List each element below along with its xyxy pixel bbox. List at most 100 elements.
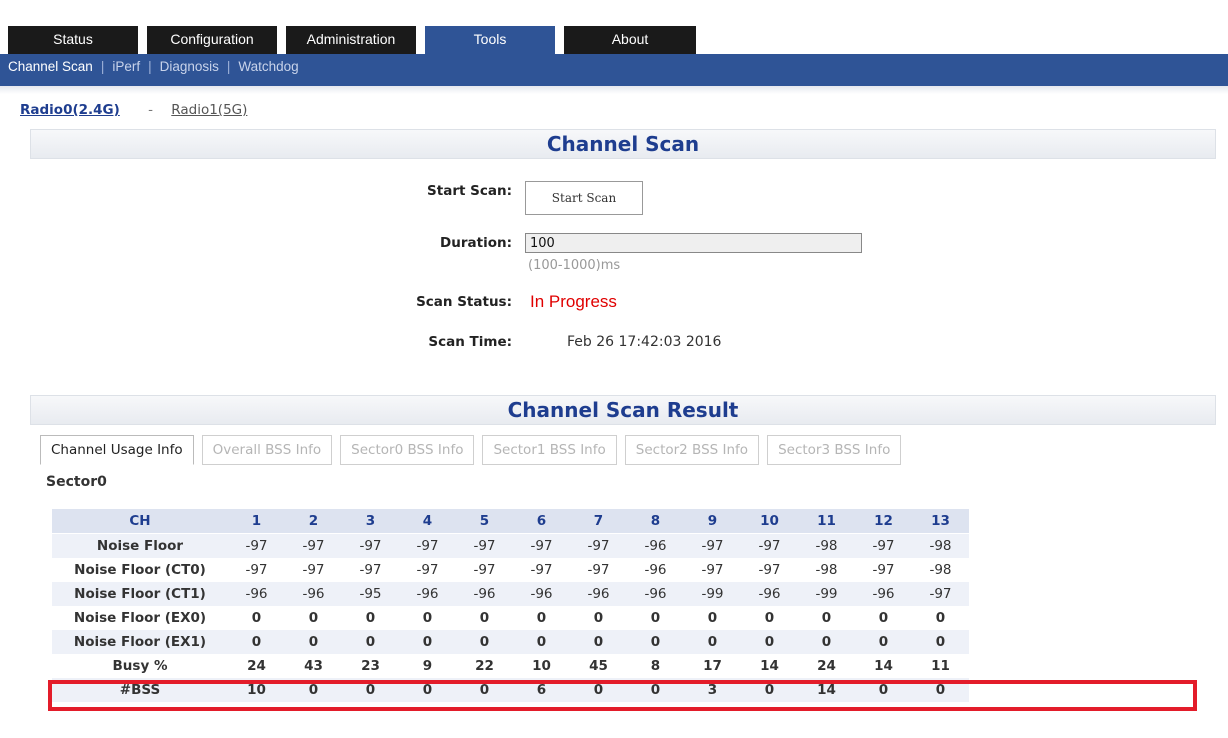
table-cell: -96 [741,582,798,606]
table-cell: 0 [741,630,798,654]
tab-status[interactable]: Status [8,26,138,54]
table-cell: 0 [627,630,684,654]
table-cell: -97 [513,534,570,558]
table-cell: -97 [701,562,724,578]
channel-scan-result-header: Channel Scan Result [30,395,1216,425]
column-header-channel: 10 [741,509,798,534]
tab-channel-usage-info[interactable]: Channel Usage Info [40,435,194,465]
column-header-channel: 6 [513,509,570,534]
table-cell: -97 [684,534,741,558]
table-cell: -97 [741,534,798,558]
table-cell: -97 [285,534,342,558]
column-header-channel: 2 [285,509,342,534]
tab-overall-bss-info[interactable]: Overall BSS Info [201,435,333,465]
table-cell: -98 [798,534,855,558]
table-cell: 0 [741,678,798,702]
subnav-iperf[interactable]: iPerf [112,59,140,74]
result-tabs: Channel Usage Info Overall BSS Info Sect… [40,435,909,465]
table-cell: -96 [644,562,667,578]
table-cell: -97 [456,534,513,558]
table-cell: -96 [570,582,627,606]
table-cell: 0 [285,630,342,654]
table-cell: 14 [798,678,855,702]
table-cell: 0 [855,630,912,654]
tab-sector1-bss-info[interactable]: Sector1 BSS Info [482,435,617,465]
column-header-ch: CH [52,509,228,534]
table-cell: 10 [532,658,551,674]
table-cell: -97 [302,562,325,578]
table-cell: 0 [308,610,319,626]
table-cell: -97 [912,582,969,606]
table-cell: 0 [798,630,855,654]
table-row: Noise Floor (EX0) 0 0 0 0 0 0 0 0 0 0 0 0 0 [52,606,969,630]
table-cell: 24 [247,658,266,674]
tab-sector0-bss-info[interactable]: Sector0 BSS Info [340,435,475,465]
scan-status-value: In Progress [530,292,617,311]
subnav-separator: | [226,59,231,74]
subnav-separator: | [100,59,105,74]
table-cell: 0 [513,630,570,654]
top-navigation: Status Configuration Administration Tool… [0,0,1228,94]
table-cell: 0 [342,630,399,654]
subnav-watchdog[interactable]: Watchdog [238,59,298,74]
table-cell: -97 [228,534,285,558]
table-cell: 3 [684,678,741,702]
table-cell: -95 [342,582,399,606]
table-header-row: CH 1 2 3 4 5 6 7 8 9 10 11 12 13 [52,509,969,534]
table-cell: 14 [874,658,893,674]
table-cell: -97 [758,562,781,578]
column-header-channel: 8 [627,509,684,534]
channel-scan-title: Channel Scan [546,132,700,156]
column-header-channel: 3 [342,509,399,534]
table-cell: -96 [285,582,342,606]
table-cell: 0 [912,678,969,702]
radio1-link[interactable]: Radio1(5G) [171,102,247,118]
table-cell: -96 [228,582,285,606]
duration-label: Duration: [440,235,512,251]
table-cell: -97 [416,562,439,578]
table-cell: 0 [855,678,912,702]
table-cell: 6 [513,678,570,702]
table-cell: 0 [251,610,262,626]
table-cell: 0 [707,610,718,626]
table-cell: -97 [872,562,895,578]
row-label: Noise Floor [52,534,228,558]
row-label: Busy % [112,658,168,674]
subnav-diagnosis[interactable]: Diagnosis [160,59,219,74]
column-header-channel: 9 [684,509,741,534]
tab-sector2-bss-info[interactable]: Sector2 BSS Info [624,435,760,465]
table-cell: 0 [650,610,661,626]
tab-sector3-bss-info[interactable]: Sector3 BSS Info [767,435,902,465]
subnav-channel-scan[interactable]: Channel Scan [8,59,93,74]
table-cell: 0 [536,610,547,626]
table-cell: 0 [342,678,399,702]
table-cell: 0 [456,630,513,654]
duration-input[interactable] [525,233,862,253]
table-cell: 17 [703,658,722,674]
radio-selector: Radio0(2.4G) - Radio1(5G) [20,102,247,118]
tab-tools[interactable]: Tools [425,26,555,54]
table-cell: 43 [304,658,323,674]
tab-administration[interactable]: Administration [286,26,416,54]
subnav-separator: | [148,59,152,74]
radio0-link[interactable]: Radio0(2.4G) [20,102,120,118]
table-cell: 24 [817,658,836,674]
duration-hint: (100-1000)ms [528,258,621,273]
table-row: #BSS 10 0 0 0 0 6 0 0 3 0 14 0 0 [52,678,969,702]
table-row: Noise Floor (CT0) -97 -97 -97 -97 -97 -97 -97 -9… [52,558,969,582]
column-header-channel: 7 [570,509,627,534]
table-cell: 14 [760,658,779,674]
table-cell: 0 [228,630,285,654]
channel-scan-header: Channel Scan [30,129,1216,159]
row-label: Noise Floor (EX1) [52,630,228,654]
scan-time-value: Feb 26 17:42:03 2016 [567,334,722,350]
start-scan-button[interactable]: Start Scan [525,181,643,215]
table-cell: -97 [570,534,627,558]
row-label: Noise Floor (CT0) [74,562,206,578]
table-cell: -96 [456,582,513,606]
table-cell: 0 [627,678,684,702]
tab-configuration[interactable]: Configuration [147,26,277,54]
tab-about[interactable]: About [564,26,696,54]
table-cell: 0 [570,630,627,654]
radio-separator: - [148,102,153,118]
